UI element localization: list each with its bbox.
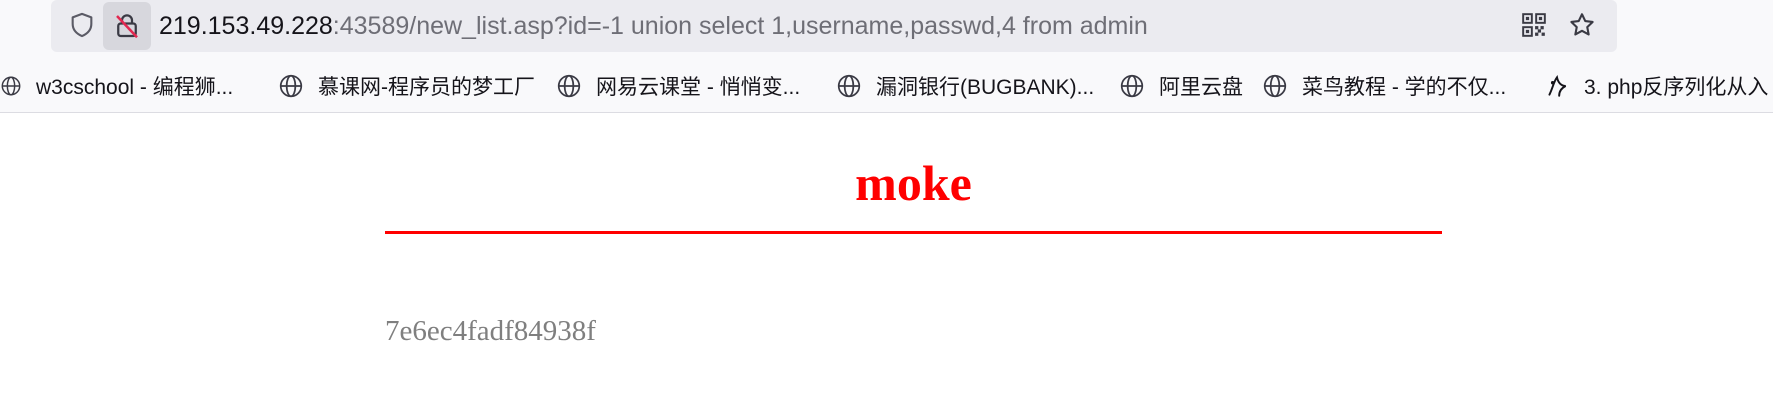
url-host: 219.153.49.228 [159, 12, 333, 40]
bookmark-item[interactable]: 网易云课堂 - 悄悄变... [556, 68, 800, 104]
bookmark-item[interactable]: 慕课网-程序员的梦工厂 [278, 68, 535, 104]
globe-icon [279, 74, 303, 98]
globe-icon [837, 74, 861, 98]
bookmark-label: 阿里云盘 [1159, 76, 1243, 99]
bookmark-item[interactable]: w3cschool - 编程狮... [0, 68, 233, 104]
bookmarks-toolbar: w3cschool - 编程狮... 慕课网-程序员的梦工厂 网易云课堂 - 悄… [0, 68, 1773, 104]
tracking-protection-shield-icon[interactable] [63, 6, 101, 44]
browser-toolbar: 219.153.49.228:43589/new_list.asp?id=-1 … [0, 0, 1773, 113]
insecure-connection-lock-icon[interactable] [103, 2, 151, 50]
bookmark-star-icon[interactable] [1563, 6, 1601, 44]
bookmark-label: 3. php反序列化从入 [1584, 76, 1769, 99]
globe-icon [557, 74, 581, 98]
bookmark-label: 菜鸟教程 - 学的不仅... [1302, 76, 1507, 99]
globe-icon [1120, 74, 1144, 98]
url-text[interactable]: 219.153.49.228:43589/new_list.asp?id=-1 … [159, 10, 1148, 42]
globe-icon [1, 76, 21, 96]
bookmark-item[interactable]: 漏洞银行(BUGBANK)... [836, 68, 1094, 104]
qr-code-icon[interactable] [1515, 6, 1553, 44]
bookmark-item[interactable]: 菜鸟教程 - 学的不仅... [1262, 68, 1506, 104]
bookmark-item[interactable]: 阿里云盘 [1119, 68, 1243, 104]
bookmark-label: 慕课网-程序员的梦工厂 [318, 76, 535, 99]
url-bar[interactable]: 219.153.49.228:43589/new_list.asp?id=-1 … [51, 0, 1617, 52]
bookmark-item[interactable]: 3. php反序列化从入 [1544, 68, 1768, 104]
bookmark-label: w3cschool - 编程狮... [36, 76, 234, 99]
globe-icon [1263, 74, 1287, 98]
title-divider [385, 231, 1442, 234]
bookmark-logo-icon [1548, 75, 1567, 97]
page-title: moke [855, 155, 972, 211]
page-content: moke 7e6ec4fadf84938f [0, 113, 1773, 412]
bookmark-label: 网易云课堂 - 悄悄变... [596, 76, 801, 99]
url-path-query: :43589/new_list.asp?id=-1 union select 1… [332, 12, 1148, 40]
bookmark-label: 漏洞银行(BUGBANK)... [876, 76, 1095, 99]
query-result-text: 7e6ec4fadf84938f [385, 315, 596, 347]
